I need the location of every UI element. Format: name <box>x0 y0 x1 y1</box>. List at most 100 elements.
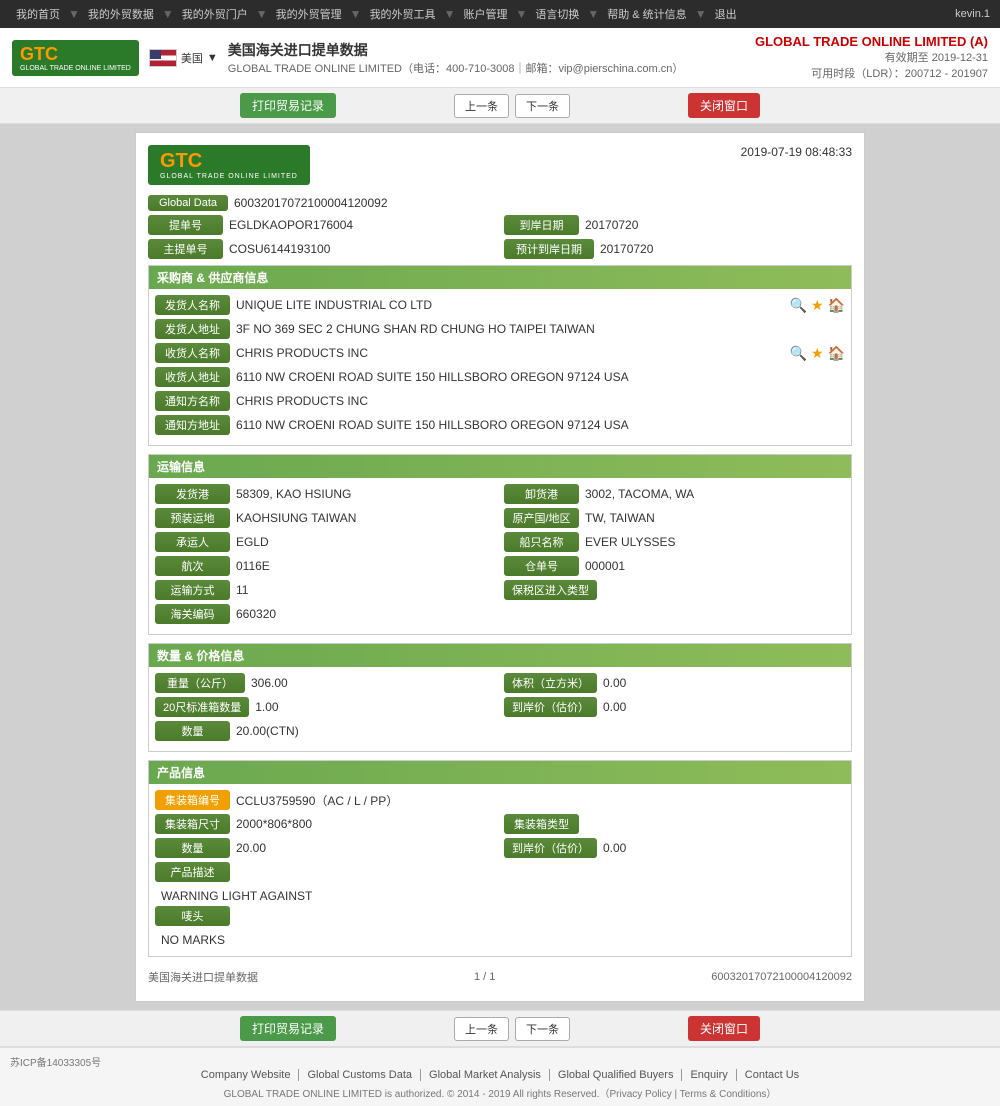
print-button[interactable]: 打印贸易记录 <box>240 93 336 118</box>
product-desc-label: 产品描述 <box>155 862 230 882</box>
notify-name-row: 通知方名称 CHRIS PRODUCTS INC <box>155 391 845 411</box>
footer-link-enquiry[interactable]: Enquiry <box>682 1069 736 1081</box>
shipper-addr-row: 发货人地址 3F NO 369 SEC 2 CHUNG SHAN RD CHUN… <box>155 319 845 339</box>
quantity-label: 数量 <box>155 721 230 741</box>
search-icon-shipper[interactable]: 🔍 <box>790 297 807 314</box>
container-type-col: 集装箱类型 <box>504 814 845 834</box>
transport-mode-label: 运输方式 <box>155 580 230 600</box>
nav-export-tools[interactable]: 我的外贸工具 <box>364 6 442 22</box>
dest-port-col: 卸货港 3002, TACOMA, WA <box>504 484 845 504</box>
container-size-label: 集装箱尺寸 <box>155 814 230 834</box>
product-header: 产品信息 <box>149 761 851 784</box>
arrival-date-label: 到岸日期 <box>504 215 579 235</box>
arrival-price-value: 0.00 <box>603 700 845 714</box>
footer-link-customs[interactable]: Global Customs Data <box>299 1069 421 1081</box>
doc-logo-sub: GLOBAL TRADE ONLINE LIMITED <box>160 173 298 180</box>
transport-mode-value: 11 <box>236 583 496 597</box>
container-type-label: 集装箱类型 <box>504 814 579 834</box>
logo-sub: GLOBAL TRADE ONLINE LIMITED <box>20 65 131 72</box>
quantity-value: 20.00(CTN) <box>236 724 845 738</box>
home-icon-shipper[interactable]: 🏠 <box>828 297 845 314</box>
product-section: 产品信息 集装箱编号 CCLU3759590（AC / L / PP） 集装箱尺… <box>148 760 852 957</box>
doc-logo: GTC GLOBAL TRADE ONLINE LIMITED <box>148 145 310 185</box>
transport-bonded-row: 运输方式 11 保税区进入类型 <box>155 580 845 600</box>
notify-name-label: 通知方名称 <box>155 391 230 411</box>
close-button-bottom[interactable]: 关闭窗口 <box>688 1016 760 1041</box>
flag-icon <box>149 49 177 67</box>
main-content: GTC GLOBAL TRADE ONLINE LIMITED 2019-07-… <box>0 124 1000 1010</box>
load-place-col: 预装运地 KAOHSIUNG TAIWAN <box>155 508 496 528</box>
next-button-bottom[interactable]: 下一条 <box>515 1017 570 1041</box>
nav-account[interactable]: 账户管理 <box>457 6 513 22</box>
container-size-col: 集装箱尺寸 2000*806*800 <box>155 814 496 834</box>
prod-qty-col: 数量 20.00 <box>155 838 496 858</box>
prod-qty-label: 数量 <box>155 838 230 858</box>
home-icon-consignee[interactable]: 🏠 <box>828 345 845 362</box>
page-title: 美国海关进口提单数据 <box>228 40 684 60</box>
search-icon-consignee[interactable]: 🔍 <box>790 345 807 362</box>
nav-export-manage[interactable]: 我的外贸管理 <box>270 6 348 22</box>
bill-no-col: 提单号 EGLDKAOPOR176004 <box>148 215 496 235</box>
close-button[interactable]: 关闭窗口 <box>688 93 760 118</box>
arrival-price-col: 到岸价（估价） 0.00 <box>504 697 845 717</box>
product-title: 产品信息 <box>157 766 205 780</box>
vessel-value: EVER ULYSSES <box>585 535 845 549</box>
container-size-type-row: 集装箱尺寸 2000*806*800 集装箱类型 <box>155 814 845 834</box>
consignee-addr-row: 收货人地址 6110 NW CROENI ROAD SUITE 150 HILL… <box>155 367 845 387</box>
footer-copyright: GLOBAL TRADE ONLINE LIMITED is authorize… <box>10 1085 990 1100</box>
load-place-label: 预装运地 <box>155 508 230 528</box>
star-icon-consignee[interactable]: ★ <box>811 345 824 362</box>
prev-button-bottom[interactable]: 上一条 <box>454 1017 509 1041</box>
quantity-price-title: 数量 & 价格信息 <box>157 649 244 663</box>
doc-footer-id: 60032017072100004120092 <box>711 971 852 983</box>
vessel-col: 船只名称 EVER ULYSSES <box>504 532 845 552</box>
page-header: GTC GLOBAL TRADE ONLINE LIMITED 美国 ▼ 美国海… <box>0 28 1000 88</box>
next-button[interactable]: 下一条 <box>515 94 570 118</box>
expiry-info: 有效期至 2019-12-31 <box>755 49 988 65</box>
global-data-value: 60032017072100004120092 <box>234 196 388 210</box>
nav-buttons-bottom: 上一条 下一条 <box>454 1017 570 1041</box>
quantity-price-section: 数量 & 价格信息 重量（公斤） 306.00 体积（立方米） 0.00 20尺… <box>148 643 852 752</box>
std20-price-row: 20尺标准箱数量 1.00 到岸价（估价） 0.00 <box>155 697 845 717</box>
logo: GTC GLOBAL TRADE ONLINE LIMITED <box>12 40 139 76</box>
customs-code-label: 海关编码 <box>155 604 230 624</box>
page-subtitle: GLOBAL TRADE ONLINE LIMITED（电话：400-710-3… <box>228 60 684 76</box>
footer-link-contact[interactable]: Contact Us <box>737 1069 807 1081</box>
shipper-name-label: 发货人名称 <box>155 295 230 315</box>
nav-help[interactable]: 帮助 & 统计信息 <box>601 6 692 22</box>
quantity-price-header: 数量 & 价格信息 <box>149 644 851 667</box>
header-right: GLOBAL TRADE ONLINE LIMITED (A) 有效期至 201… <box>755 34 988 81</box>
star-icon-shipper[interactable]: ★ <box>811 297 824 314</box>
buyer-supplier-body: 发货人名称 UNIQUE LITE INDUSTRIAL CO LTD 🔍 ★ … <box>149 289 851 445</box>
std20-col: 20尺标准箱数量 1.00 <box>155 697 496 717</box>
top-nav: 我的首页 ▼ 我的外贸数据 ▼ 我的外贸门户 ▼ 我的外贸管理 ▼ 我的外贸工具… <box>0 0 1000 28</box>
weight-value: 306.00 <box>251 676 496 690</box>
nav-export-portal[interactable]: 我的外贸门户 <box>176 6 254 22</box>
footer-link-market[interactable]: Global Market Analysis <box>421 1069 550 1081</box>
prev-button[interactable]: 上一条 <box>454 94 509 118</box>
warehouse-value: 000001 <box>585 559 845 573</box>
est-arrival-label: 预计到岸日期 <box>504 239 594 259</box>
nav-home[interactable]: 我的首页 <box>10 6 66 22</box>
voyage-value: 0116E <box>236 559 496 573</box>
main-bill-col: 主提单号 COSU6144193100 <box>148 239 496 259</box>
nav-logout[interactable]: 退出 <box>709 6 743 22</box>
footer-link-company[interactable]: Company Website <box>193 1069 300 1081</box>
volume-label: 体积（立方米） <box>504 673 597 693</box>
transport-section: 运输信息 发货港 58309, KAO HSIUNG 卸货港 3002, TAC… <box>148 454 852 635</box>
nav-trade-data[interactable]: 我的外贸数据 <box>82 6 160 22</box>
document: GTC GLOBAL TRADE ONLINE LIMITED 2019-07-… <box>135 132 865 1002</box>
buyer-supplier-title: 采购商 & 供应商信息 <box>157 271 268 285</box>
prod-price-label: 到岸价（估价） <box>504 838 597 858</box>
bonded-col: 保税区进入类型 <box>504 580 845 600</box>
vessel-label: 船只名称 <box>504 532 579 552</box>
footer-links: Company Website Global Customs Data Glob… <box>10 1069 990 1081</box>
print-button-bottom[interactable]: 打印贸易记录 <box>240 1016 336 1041</box>
header-left: GTC GLOBAL TRADE ONLINE LIMITED 美国 ▼ 美国海… <box>12 40 683 76</box>
dest-port-value: 3002, TACOMA, WA <box>585 487 845 501</box>
origin-country-value: TW, TAIWAN <box>585 511 845 525</box>
nav-language[interactable]: 语言切换 <box>529 6 585 22</box>
volume-value: 0.00 <box>603 676 845 690</box>
footer-link-buyers[interactable]: Global Qualified Buyers <box>550 1069 683 1081</box>
transport-title: 运输信息 <box>157 460 205 474</box>
